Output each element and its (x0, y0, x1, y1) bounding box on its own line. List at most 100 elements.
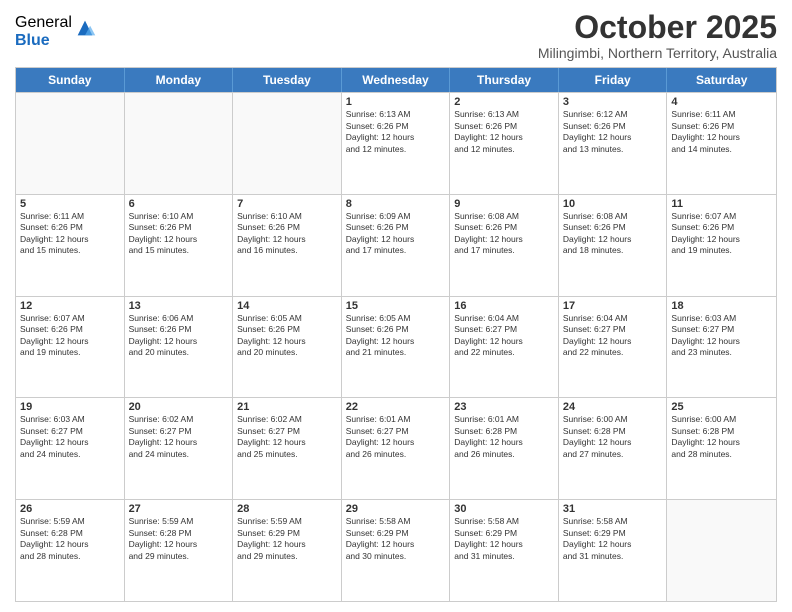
calendar: SundayMondayTuesdayWednesdayThursdayFrid… (15, 67, 777, 602)
day-info: Sunrise: 6:05 AM Sunset: 6:26 PM Dayligh… (237, 313, 337, 359)
day-number: 17 (563, 300, 663, 312)
cal-cell: 9Sunrise: 6:08 AM Sunset: 6:26 PM Daylig… (450, 195, 559, 296)
day-info: Sunrise: 5:58 AM Sunset: 6:29 PM Dayligh… (454, 516, 554, 562)
title-block: October 2025 Milingimbi, Northern Territ… (538, 10, 777, 61)
cal-cell: 7Sunrise: 6:10 AM Sunset: 6:26 PM Daylig… (233, 195, 342, 296)
day-number: 20 (129, 401, 229, 413)
day-info: Sunrise: 6:02 AM Sunset: 6:27 PM Dayligh… (129, 414, 229, 460)
cal-cell: 5Sunrise: 6:11 AM Sunset: 6:26 PM Daylig… (16, 195, 125, 296)
day-number: 21 (237, 401, 337, 413)
header-day-friday: Friday (559, 68, 668, 92)
cal-cell: 4Sunrise: 6:11 AM Sunset: 6:26 PM Daylig… (667, 93, 776, 194)
cal-cell: 1Sunrise: 6:13 AM Sunset: 6:26 PM Daylig… (342, 93, 451, 194)
day-number: 24 (563, 401, 663, 413)
cal-cell: 11Sunrise: 6:07 AM Sunset: 6:26 PM Dayli… (667, 195, 776, 296)
day-number: 5 (20, 198, 120, 210)
day-info: Sunrise: 6:01 AM Sunset: 6:28 PM Dayligh… (454, 414, 554, 460)
cal-week-2: 5Sunrise: 6:11 AM Sunset: 6:26 PM Daylig… (16, 194, 776, 296)
logo-general: General (15, 14, 72, 32)
cal-cell (16, 93, 125, 194)
day-info: Sunrise: 6:07 AM Sunset: 6:26 PM Dayligh… (20, 313, 120, 359)
page-header: General Blue October 2025 Milingimbi, No… (15, 10, 777, 61)
day-number: 22 (346, 401, 446, 413)
day-number: 15 (346, 300, 446, 312)
day-number: 7 (237, 198, 337, 210)
cal-cell: 30Sunrise: 5:58 AM Sunset: 6:29 PM Dayli… (450, 500, 559, 601)
day-number: 12 (20, 300, 120, 312)
day-info: Sunrise: 6:10 AM Sunset: 6:26 PM Dayligh… (129, 211, 229, 257)
day-info: Sunrise: 6:01 AM Sunset: 6:27 PM Dayligh… (346, 414, 446, 460)
day-info: Sunrise: 6:03 AM Sunset: 6:27 PM Dayligh… (671, 313, 772, 359)
day-info: Sunrise: 6:09 AM Sunset: 6:26 PM Dayligh… (346, 211, 446, 257)
cal-week-1: 1Sunrise: 6:13 AM Sunset: 6:26 PM Daylig… (16, 92, 776, 194)
day-number: 31 (563, 503, 663, 515)
header-day-sunday: Sunday (16, 68, 125, 92)
cal-cell: 18Sunrise: 6:03 AM Sunset: 6:27 PM Dayli… (667, 297, 776, 398)
day-info: Sunrise: 6:13 AM Sunset: 6:26 PM Dayligh… (346, 109, 446, 155)
header-day-thursday: Thursday (450, 68, 559, 92)
day-info: Sunrise: 6:02 AM Sunset: 6:27 PM Dayligh… (237, 414, 337, 460)
day-number: 23 (454, 401, 554, 413)
month-title: October 2025 (538, 10, 777, 45)
cal-cell: 29Sunrise: 5:58 AM Sunset: 6:29 PM Dayli… (342, 500, 451, 601)
day-info: Sunrise: 6:08 AM Sunset: 6:26 PM Dayligh… (563, 211, 663, 257)
day-number: 27 (129, 503, 229, 515)
cal-week-3: 12Sunrise: 6:07 AM Sunset: 6:26 PM Dayli… (16, 296, 776, 398)
day-number: 14 (237, 300, 337, 312)
cal-week-4: 19Sunrise: 6:03 AM Sunset: 6:27 PM Dayli… (16, 397, 776, 499)
cal-cell: 17Sunrise: 6:04 AM Sunset: 6:27 PM Dayli… (559, 297, 668, 398)
cal-cell: 19Sunrise: 6:03 AM Sunset: 6:27 PM Dayli… (16, 398, 125, 499)
day-info: Sunrise: 6:00 AM Sunset: 6:28 PM Dayligh… (671, 414, 772, 460)
cal-cell: 25Sunrise: 6:00 AM Sunset: 6:28 PM Dayli… (667, 398, 776, 499)
day-info: Sunrise: 6:11 AM Sunset: 6:26 PM Dayligh… (20, 211, 120, 257)
day-number: 11 (671, 198, 772, 210)
day-info: Sunrise: 6:04 AM Sunset: 6:27 PM Dayligh… (454, 313, 554, 359)
cal-cell: 3Sunrise: 6:12 AM Sunset: 6:26 PM Daylig… (559, 93, 668, 194)
day-number: 18 (671, 300, 772, 312)
day-number: 30 (454, 503, 554, 515)
header-day-tuesday: Tuesday (233, 68, 342, 92)
logo-blue: Blue (15, 32, 72, 50)
cal-cell: 2Sunrise: 6:13 AM Sunset: 6:26 PM Daylig… (450, 93, 559, 194)
cal-cell: 21Sunrise: 6:02 AM Sunset: 6:27 PM Dayli… (233, 398, 342, 499)
day-info: Sunrise: 6:00 AM Sunset: 6:28 PM Dayligh… (563, 414, 663, 460)
day-info: Sunrise: 6:04 AM Sunset: 6:27 PM Dayligh… (563, 313, 663, 359)
cal-cell: 27Sunrise: 5:59 AM Sunset: 6:28 PM Dayli… (125, 500, 234, 601)
cal-cell: 16Sunrise: 6:04 AM Sunset: 6:27 PM Dayli… (450, 297, 559, 398)
cal-cell: 23Sunrise: 6:01 AM Sunset: 6:28 PM Dayli… (450, 398, 559, 499)
day-number: 16 (454, 300, 554, 312)
day-info: Sunrise: 5:59 AM Sunset: 6:28 PM Dayligh… (20, 516, 120, 562)
day-info: Sunrise: 5:58 AM Sunset: 6:29 PM Dayligh… (563, 516, 663, 562)
day-number: 19 (20, 401, 120, 413)
cal-cell (667, 500, 776, 601)
day-number: 9 (454, 198, 554, 210)
day-number: 8 (346, 198, 446, 210)
day-number: 29 (346, 503, 446, 515)
day-info: Sunrise: 6:13 AM Sunset: 6:26 PM Dayligh… (454, 109, 554, 155)
day-number: 2 (454, 96, 554, 108)
cal-week-5: 26Sunrise: 5:59 AM Sunset: 6:28 PM Dayli… (16, 499, 776, 601)
day-number: 4 (671, 96, 772, 108)
cal-cell: 13Sunrise: 6:06 AM Sunset: 6:26 PM Dayli… (125, 297, 234, 398)
day-info: Sunrise: 6:10 AM Sunset: 6:26 PM Dayligh… (237, 211, 337, 257)
logo: General Blue (15, 14, 96, 49)
calendar-body: 1Sunrise: 6:13 AM Sunset: 6:26 PM Daylig… (16, 92, 776, 601)
day-info: Sunrise: 6:03 AM Sunset: 6:27 PM Dayligh… (20, 414, 120, 460)
day-info: Sunrise: 5:59 AM Sunset: 6:29 PM Dayligh… (237, 516, 337, 562)
day-number: 28 (237, 503, 337, 515)
cal-cell: 31Sunrise: 5:58 AM Sunset: 6:29 PM Dayli… (559, 500, 668, 601)
day-info: Sunrise: 6:06 AM Sunset: 6:26 PM Dayligh… (129, 313, 229, 359)
day-info: Sunrise: 6:05 AM Sunset: 6:26 PM Dayligh… (346, 313, 446, 359)
day-info: Sunrise: 6:08 AM Sunset: 6:26 PM Dayligh… (454, 211, 554, 257)
cal-cell: 22Sunrise: 6:01 AM Sunset: 6:27 PM Dayli… (342, 398, 451, 499)
subtitle: Milingimbi, Northern Territory, Australi… (538, 45, 777, 61)
day-number: 6 (129, 198, 229, 210)
cal-cell: 26Sunrise: 5:59 AM Sunset: 6:28 PM Dayli… (16, 500, 125, 601)
day-info: Sunrise: 6:12 AM Sunset: 6:26 PM Dayligh… (563, 109, 663, 155)
cal-cell: 20Sunrise: 6:02 AM Sunset: 6:27 PM Dayli… (125, 398, 234, 499)
day-number: 1 (346, 96, 446, 108)
day-info: Sunrise: 6:11 AM Sunset: 6:26 PM Dayligh… (671, 109, 772, 155)
cal-cell (125, 93, 234, 194)
calendar-header-row: SundayMondayTuesdayWednesdayThursdayFrid… (16, 68, 776, 92)
day-info: Sunrise: 5:58 AM Sunset: 6:29 PM Dayligh… (346, 516, 446, 562)
